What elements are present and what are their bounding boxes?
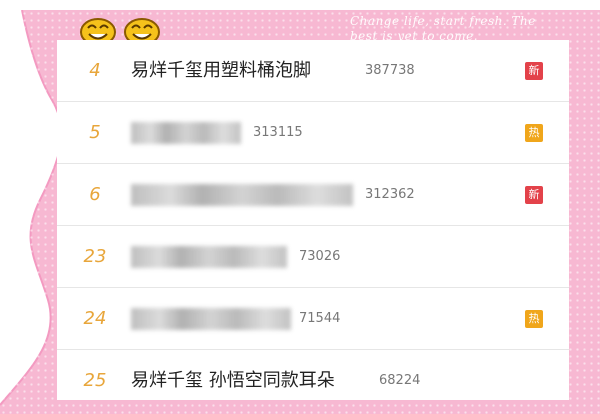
rank-number: 5 [89, 122, 101, 143]
search-count: 313115 [253, 125, 303, 140]
search-count: 68224 [379, 373, 421, 388]
topic-title[interactable]: 易烊千玺 孙悟空同款耳朵 [131, 350, 335, 400]
search-count: 387738 [365, 63, 415, 78]
blurred-topic-title[interactable] [131, 246, 287, 268]
rank-number: 24 [83, 308, 107, 329]
blurred-topic-title[interactable] [131, 184, 353, 206]
rank-number: 25 [83, 370, 107, 391]
list-item[interactable]: 24 71544 热 [57, 288, 569, 350]
list-item[interactable]: 23 73026 [57, 226, 569, 288]
hot-search-list: 4 易烊千玺用塑料桶泡脚 387738 新 5 313115 热 6 31236… [57, 40, 569, 400]
new-badge: 新 [525, 186, 543, 204]
new-badge: 新 [525, 62, 543, 80]
blurred-topic-title[interactable] [131, 122, 241, 144]
hot-badge: 热 [525, 124, 543, 142]
hot-badge: 热 [525, 310, 543, 328]
list-item[interactable]: 25 易烊千玺 孙悟空同款耳朵 68224 [57, 350, 569, 400]
search-count: 71544 [299, 311, 341, 326]
rank-number: 23 [83, 246, 107, 267]
rank-number: 4 [89, 60, 101, 81]
rank-number: 6 [89, 184, 101, 205]
search-count: 73026 [299, 249, 341, 264]
list-item[interactable]: 5 313115 热 [57, 102, 569, 164]
list-item[interactable]: 4 易烊千玺用塑料桶泡脚 387738 新 [57, 40, 569, 102]
list-item[interactable]: 6 312362 新 [57, 164, 569, 226]
search-count: 312362 [365, 187, 415, 202]
blurred-topic-title[interactable] [131, 308, 291, 330]
topic-title[interactable]: 易烊千玺用塑料桶泡脚 [131, 40, 311, 102]
screenshot-frame: Change life, start fresh. The best is ye… [0, 0, 600, 414]
